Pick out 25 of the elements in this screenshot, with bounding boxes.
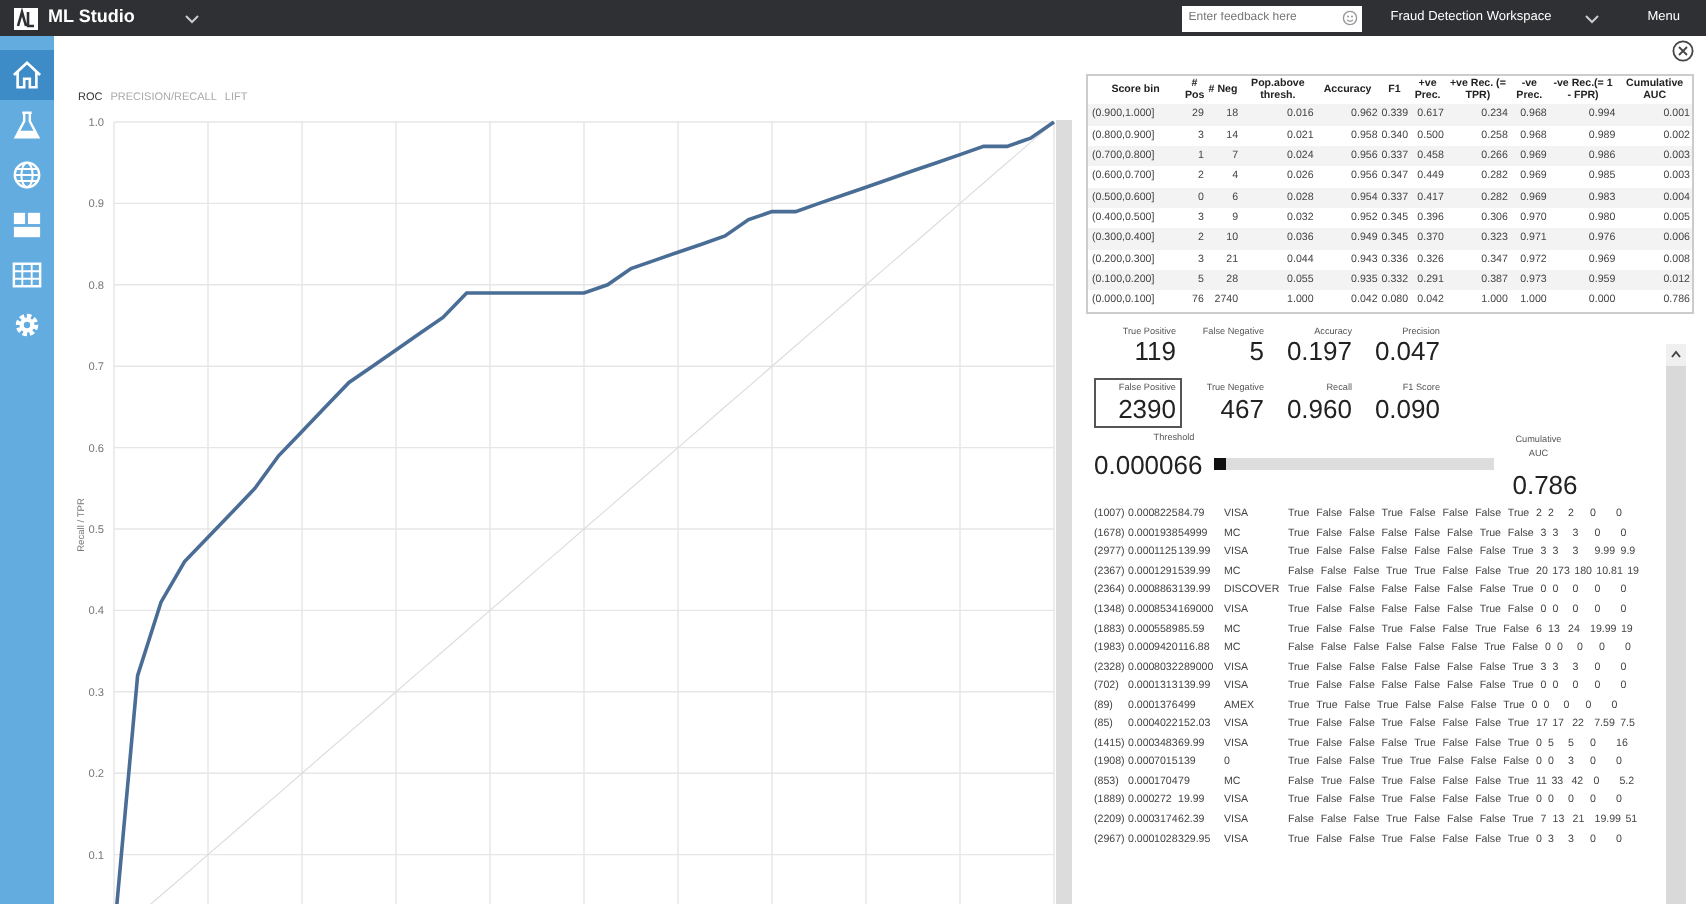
threshold-slider[interactable] [1214,457,1495,470]
metric-value: 0.960 [1284,395,1352,424]
chevron-icon [1583,13,1600,23]
metric-value: 2390 [1116,395,1176,424]
logo-icon [14,7,38,29]
metric-value: 0.197 [1284,338,1352,368]
scrollbar[interactable] [1666,343,1686,904]
home-icon [12,60,42,90]
chevron-icon [184,13,201,23]
cumulative-auc-value: 0.786 [1512,467,1578,504]
metric-value: 5 [1247,338,1264,368]
threshold-value: 0.000066 [1094,447,1203,484]
slider-thumb[interactable] [1214,457,1227,470]
dashboard-icon [12,210,42,240]
metric-value: 467 [1218,395,1264,424]
scroll-up-icon [1670,350,1682,359]
metric-value: 0.047 [1372,338,1440,368]
metric-value: 119 [1132,338,1176,368]
metric-value: 0.090 [1372,395,1440,424]
flask-icon [12,110,42,140]
globe-icon [12,160,42,190]
table-icon [12,260,42,290]
settings-icon [12,310,42,340]
sidebar-item[interactable] [0,50,54,100]
app-title: ML Studio [48,4,135,31]
